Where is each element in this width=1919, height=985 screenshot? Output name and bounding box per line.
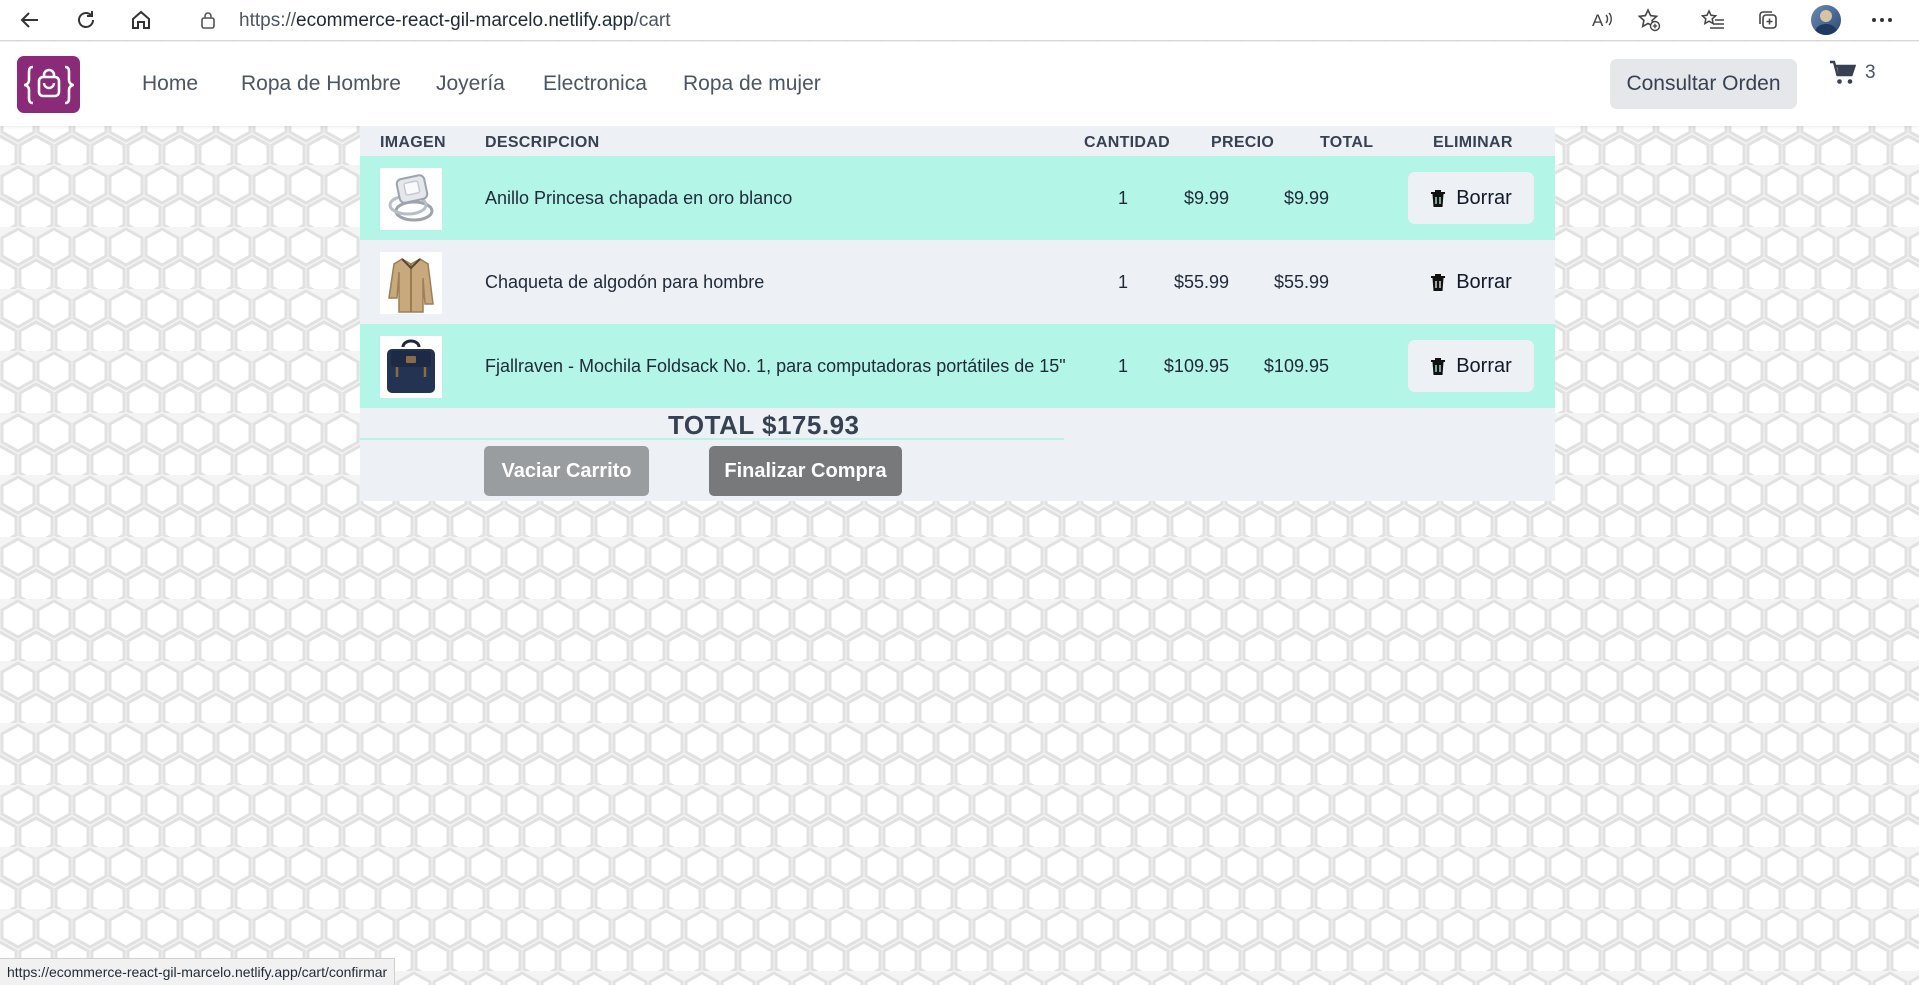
- col-header-image: IMAGEN: [380, 134, 446, 151]
- home-button[interactable]: [125, 4, 157, 36]
- item-description: Anillo Princesa chapada en oro blanco: [485, 188, 793, 208]
- back-arrow-icon: [20, 12, 38, 28]
- item-quantity: 1: [1117, 272, 1128, 292]
- product-thumbnail: [380, 336, 442, 398]
- backpack-image: [387, 339, 435, 393]
- remove-item-button[interactable]: Borrar: [1408, 256, 1534, 308]
- link-status-bar: https://ecommerce-react-gil-marcelo.netl…: [0, 958, 396, 985]
- favorites-list-icon: [1701, 9, 1724, 29]
- star-add-icon: [1637, 8, 1661, 32]
- item-quantity: 1: [1117, 356, 1128, 376]
- svg-text:A: A: [1592, 11, 1604, 30]
- url-path: /cart: [633, 10, 671, 31]
- trash-icon: [1431, 357, 1446, 375]
- col-header-quantity: CANTIDAD: [1084, 134, 1170, 151]
- trash-icon: [1431, 189, 1446, 207]
- cart-count-badge: 3: [1865, 62, 1876, 83]
- nav-electronics[interactable]: Electronica: [543, 72, 647, 96]
- remove-label: Borrar: [1456, 354, 1512, 377]
- site-header: Home Ropa de Hombre Joyería Electronica …: [0, 42, 1919, 126]
- address-bar[interactable]: https://ecommerce-react-gil-marcelo.netl…: [176, 3, 1676, 37]
- read-aloud-icon: A: [1592, 11, 1612, 30]
- cart-total: TOTAL $175.93: [668, 410, 860, 440]
- item-price: $109.95: [1163, 356, 1229, 376]
- item-total: $9.99: [1283, 188, 1329, 208]
- store-logo[interactable]: [17, 56, 80, 113]
- url-host: ecommerce-react-gil-marcelo.netlify.app: [296, 10, 634, 31]
- item-description: Chaqueta de algodón para hombre: [485, 272, 765, 292]
- cart-row: Anillo Princesa chapada en oro blanco 1 …: [360, 156, 1555, 240]
- browser-toolbar: https://ecommerce-react-gil-marcelo.netl…: [0, 0, 1919, 41]
- remove-label: Borrar: [1456, 270, 1512, 293]
- total-divider: [360, 438, 1064, 440]
- item-total: $109.95: [1263, 356, 1329, 376]
- jacket-image: [388, 258, 434, 313]
- reload-button[interactable]: [70, 4, 102, 36]
- ring-image: [388, 174, 434, 222]
- shopping-cart-icon: [1830, 60, 1857, 84]
- profile-photo-icon: [1814, 10, 1838, 35]
- back-button[interactable]: [14, 4, 46, 36]
- item-price: $55.99: [1173, 272, 1229, 292]
- home-icon: [132, 10, 150, 29]
- item-price: $9.99: [1183, 188, 1229, 208]
- profile-avatar[interactable]: [1811, 5, 1841, 35]
- collections-button[interactable]: [1752, 4, 1784, 36]
- remove-item-button[interactable]: Borrar: [1408, 172, 1534, 224]
- more-options-button[interactable]: [1866, 4, 1898, 36]
- product-thumbnail: [380, 252, 442, 314]
- product-thumbnail: [380, 168, 442, 230]
- favorites-button[interactable]: [1697, 4, 1729, 36]
- remove-label: Borrar: [1456, 186, 1512, 209]
- url-text[interactable]: https://ecommerce-react-gil-marcelo.netl…: [239, 10, 671, 32]
- read-aloud-button[interactable]: A: [1588, 4, 1620, 36]
- trash-icon: [1431, 273, 1446, 291]
- lock-icon: [201, 12, 215, 29]
- cart-link[interactable]: 3: [1829, 60, 1876, 86]
- cart-row: Fjallraven - Mochila Foldsack No. 1, par…: [360, 324, 1555, 408]
- nav-womens-clothing[interactable]: Ropa de mujer: [683, 72, 821, 96]
- collections-icon: [1759, 11, 1777, 29]
- reload-icon: [78, 11, 94, 28]
- shopping-bag-logo-icon: [23, 65, 74, 104]
- col-header-description: DESCRIPCION: [485, 134, 600, 151]
- col-header-total: TOTAL: [1320, 134, 1374, 151]
- col-header-price: PRECIO: [1211, 134, 1275, 151]
- item-total: $55.99: [1273, 272, 1329, 292]
- remove-item-button[interactable]: Borrar: [1408, 340, 1534, 392]
- nav-home[interactable]: Home: [142, 72, 198, 96]
- add-favorite-button[interactable]: [1633, 4, 1665, 36]
- empty-cart-button[interactable]: Vaciar Carrito: [484, 446, 649, 496]
- cart-row: Chaqueta de algodón para hombre 1 $55.99…: [360, 240, 1555, 324]
- cart-table: IMAGEN DESCRIPCION CANTIDAD PRECIO TOTAL…: [360, 126, 1555, 501]
- url-scheme: https://: [239, 10, 297, 31]
- nav-jewelry[interactable]: Joyería: [436, 72, 505, 96]
- checkout-button[interactable]: Finalizar Compra: [709, 446, 902, 496]
- item-description: Fjallraven - Mochila Foldsack No. 1, par…: [485, 356, 1066, 376]
- ellipsis-icon: [1872, 18, 1892, 22]
- check-order-button[interactable]: Consultar Orden: [1610, 59, 1797, 109]
- col-header-remove: ELIMINAR: [1433, 134, 1513, 151]
- nav-mens-clothing[interactable]: Ropa de Hombre: [241, 72, 401, 96]
- item-quantity: 1: [1117, 188, 1128, 208]
